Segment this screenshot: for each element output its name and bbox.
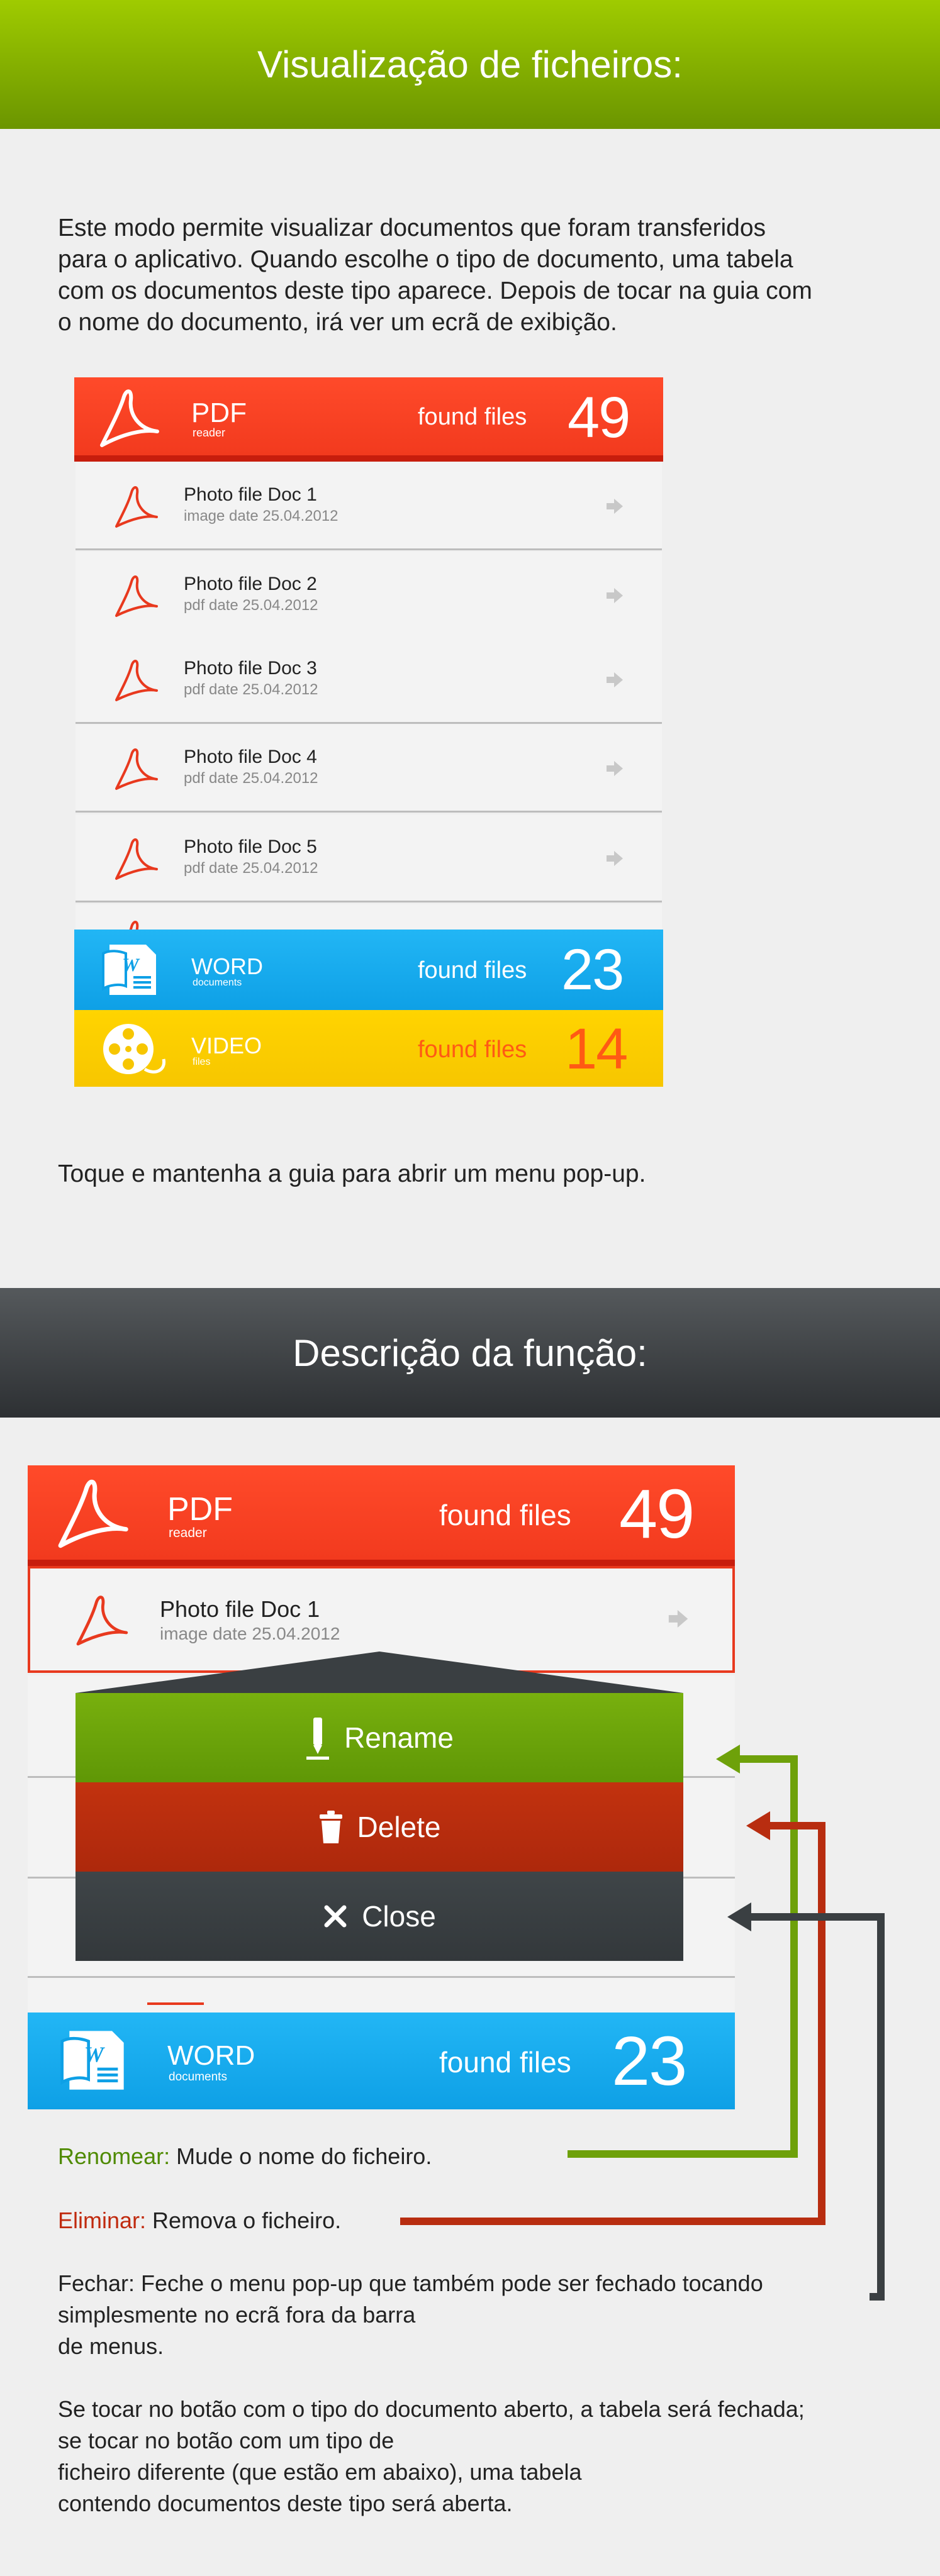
delete-key: Eliminar: — [58, 2207, 147, 2233]
delete-description: Eliminar: Remova o ficheiro. — [58, 2205, 341, 2236]
final-line: se tocar no botão com um tipo de — [58, 2428, 394, 2453]
rename-key: Renomear: — [58, 2143, 171, 2169]
final-description: Se tocar no botão com o tipo do document… — [58, 2394, 805, 2519]
close-line: simplesmente no ecrã fora da barra — [58, 2302, 416, 2328]
final-line: ficheiro diferente (que estão em abaixo)… — [58, 2459, 582, 2485]
close-line: de menus. — [58, 2333, 164, 2359]
rename-text: Mude o nome do ficheiro. — [170, 2143, 432, 2169]
delete-text: Remova o ficheiro. — [146, 2207, 342, 2233]
final-line: Se tocar no botão com o tipo do document… — [58, 2396, 805, 2422]
connector-arrows — [400, 1745, 885, 2301]
close-line: Fechar: Feche o menu pop-up que também p… — [58, 2270, 763, 2296]
close-description: Fechar: Feche o menu pop-up que também p… — [58, 2268, 763, 2362]
rename-description: Renomear: Mude o nome do ficheiro. — [58, 2141, 432, 2172]
final-line: contendo documentos deste tipo será aber… — [58, 2490, 513, 2516]
